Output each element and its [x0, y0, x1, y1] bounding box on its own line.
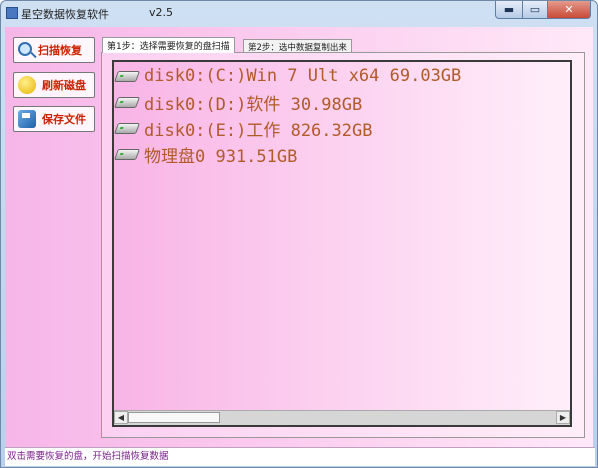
- drive-item-d[interactable]: disk0:(D:)软件 30.98GB: [113, 90, 363, 115]
- horizontal-scrollbar[interactable]: ◀ ▶: [114, 410, 570, 425]
- close-button[interactable]: ✕: [548, 1, 591, 19]
- tab-panel: disk0:(C:)Win 7 Ult x64 69.03GB disk0:(D…: [101, 52, 585, 438]
- drive-label: disk0:(D:)软件 30.98GB: [144, 94, 363, 115]
- refresh-disk-button[interactable]: 刷新磁盘: [13, 72, 95, 98]
- drive-label: disk0:(E:)工作 826.32GB: [144, 120, 373, 141]
- hard-drive-icon: [113, 148, 141, 160]
- tab-step2[interactable]: 第2步：选中数据复制出来: [243, 39, 352, 53]
- client-area: 扫描恢复 刷新磁盘 保存文件 第1步：选择需要恢复的盘扫描 第2步：选中数据复制…: [5, 27, 593, 447]
- drive-label: disk0:(C:)Win 7 Ult x64 69.03GB: [144, 66, 462, 86]
- hard-drive-icon: [113, 96, 141, 108]
- drive-item-physical[interactable]: 物理盘0 931.51GB: [113, 142, 298, 167]
- drive-item-c[interactable]: disk0:(C:)Win 7 Ult x64 69.03GB: [113, 64, 462, 88]
- app-icon: [6, 7, 18, 19]
- scan-recover-button[interactable]: 扫描恢复: [13, 37, 95, 63]
- scan-recover-label: 扫描恢复: [38, 44, 82, 57]
- title-bar[interactable]: 星空数据恢复软件 v2.5 ▬ ▭ ✕: [1, 1, 597, 25]
- scroll-left-icon[interactable]: ◀: [114, 411, 128, 424]
- magnifier-icon: [18, 42, 32, 56]
- window-controls: ▬ ▭ ✕: [495, 1, 591, 20]
- drive-label: 物理盘0 931.51GB: [144, 146, 298, 167]
- hard-drive-icon: [113, 122, 141, 134]
- minimize-button[interactable]: ▬: [495, 1, 523, 19]
- drive-item-e[interactable]: disk0:(E:)工作 826.32GB: [113, 116, 373, 141]
- refresh-disk-icon: [18, 76, 36, 94]
- tab-step1[interactable]: 第1步：选择需要恢复的盘扫描: [102, 37, 235, 53]
- app-window: 星空数据恢复软件 v2.5 ▬ ▭ ✕ 扫描恢复 刷新磁盘 保存文件 第1步：选…: [0, 0, 598, 468]
- hard-drive-icon: [113, 70, 141, 82]
- window-title: 星空数据恢复软件: [21, 8, 109, 21]
- save-file-button[interactable]: 保存文件: [13, 106, 95, 132]
- status-bar: 双击需要恢复的盘，开始扫描恢复数据: [5, 447, 595, 466]
- scroll-right-icon[interactable]: ▶: [556, 411, 570, 424]
- maximize-button[interactable]: ▭: [523, 1, 548, 19]
- save-file-label: 保存文件: [42, 113, 86, 126]
- version-label: v2.5: [149, 6, 174, 19]
- drive-list[interactable]: disk0:(C:)Win 7 Ult x64 69.03GB disk0:(D…: [112, 60, 572, 427]
- scroll-thumb[interactable]: [128, 412, 220, 423]
- refresh-disk-label: 刷新磁盘: [42, 79, 86, 92]
- save-file-icon: [18, 110, 36, 128]
